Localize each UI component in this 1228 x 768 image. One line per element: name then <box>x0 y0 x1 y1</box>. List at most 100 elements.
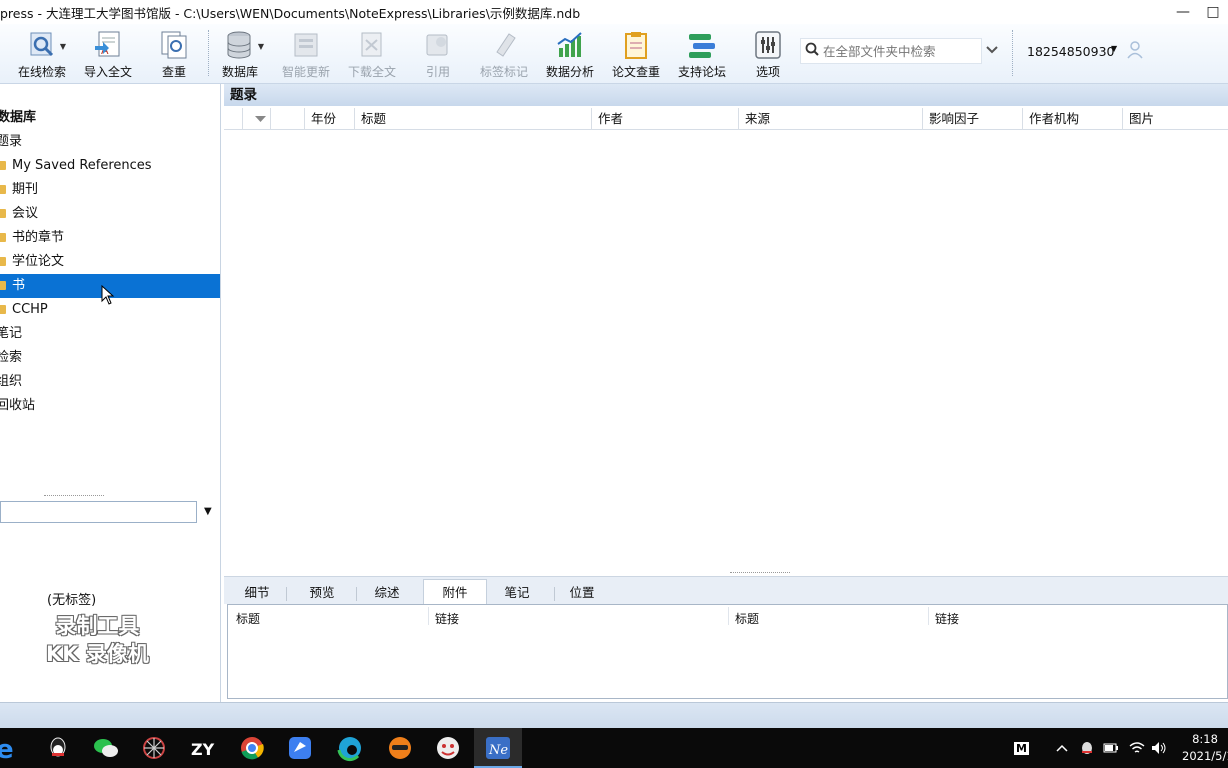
title-bar: press - 大连理工大学图书馆版 - C:\Users\WEN\Docume… <box>0 0 1228 24</box>
tree-item-database[interactable]: 数据库 <box>0 106 220 130</box>
detail-tabs: 细节 预览 综述 附件 笔记 位置 <box>224 576 1228 605</box>
column-year[interactable]: 年份 <box>304 108 354 130</box>
svg-text:Ne: Ne <box>488 743 508 758</box>
battery-icon[interactable] <box>1103 728 1119 768</box>
left-pane: 数据库 题录 My Saved References 期刊 会议 书的章节 学位… <box>0 84 221 702</box>
tag-filter-select[interactable] <box>0 501 197 523</box>
spider-app-icon[interactable] <box>140 734 168 762</box>
tab-attachments[interactable]: 附件 <box>423 579 487 605</box>
toolbar-separator <box>208 30 209 76</box>
tree-item-references[interactable]: 题录 <box>0 130 220 154</box>
user-account[interactable]: 18254850930 <box>1027 44 1114 59</box>
search-dropdown-icon[interactable] <box>986 44 998 58</box>
duplicate-check-button[interactable]: 查重 <box>146 26 202 80</box>
tab-details[interactable]: 细节 <box>232 583 282 605</box>
maximize-button[interactable]: □ <box>1198 4 1228 20</box>
tab-summary[interactable]: 综述 <box>360 583 414 605</box>
attachment-col-link-2[interactable]: 链接 <box>935 610 959 627</box>
column-separator <box>428 607 429 625</box>
column-author[interactable]: 作者 <box>591 108 738 130</box>
column-flag[interactable] <box>270 108 304 130</box>
paper-check-button[interactable]: 论文查重 <box>608 26 664 80</box>
options-button[interactable]: 选项 <box>748 26 788 80</box>
cite-button[interactable]: 引用 <box>418 26 458 80</box>
attachment-col-link[interactable]: 链接 <box>435 610 459 627</box>
tab-preview[interactable]: 预览 <box>294 583 350 605</box>
column-impact-factor[interactable]: 影响因子 <box>922 108 1022 130</box>
tag-filter-dropdown-icon[interactable]: ▼ <box>204 506 212 517</box>
search-icon <box>805 42 819 60</box>
orange-app-icon[interactable] <box>386 734 414 762</box>
tree-item-my-saved-references[interactable]: My Saved References <box>0 154 220 178</box>
tag-mark-button[interactable]: 标签标记 <box>476 26 532 80</box>
column-image[interactable]: 图片 <box>1122 108 1228 130</box>
smart-update-button[interactable]: 智能更新 <box>278 26 334 80</box>
game-app-icon[interactable] <box>434 734 462 762</box>
feishu-app-icon[interactable] <box>286 734 314 762</box>
import-fulltext-button[interactable]: A 导入全文 <box>80 26 136 80</box>
wechat-icon[interactable] <box>92 734 120 762</box>
user-avatar-icon[interactable] <box>1126 40 1144 64</box>
user-dropdown-icon[interactable]: ▼ <box>1111 44 1117 53</box>
search-box[interactable] <box>800 38 982 64</box>
svg-text:ZY: ZY <box>191 740 215 759</box>
data-analysis-icon <box>555 30 585 60</box>
folder-icon <box>0 185 6 194</box>
column-header-row: 年份 标题 作者 来源 影响因子 作者机构 图片 <box>224 108 1228 130</box>
sort-column[interactable] <box>242 108 270 130</box>
list-splitter[interactable] <box>730 572 790 573</box>
tab-location[interactable]: 位置 <box>558 583 606 605</box>
attachment-col-title-2[interactable]: 标题 <box>735 610 759 627</box>
column-title[interactable]: 标题 <box>354 108 591 130</box>
tray-expand-icon[interactable] <box>1056 728 1068 768</box>
edge-legacy-icon[interactable]: e <box>0 734 24 765</box>
tree-item-journals[interactable]: 期刊 <box>0 178 220 202</box>
tree-item-theses[interactable]: 学位论文 <box>0 250 220 274</box>
online-search-button[interactable]: ▼ 在线检索 <box>14 26 70 80</box>
options-icon <box>753 30 783 60</box>
data-analysis-button[interactable]: 数据分析 <box>542 26 598 80</box>
edge-icon[interactable] <box>336 734 364 762</box>
zy-app-icon[interactable]: ZY <box>190 734 218 762</box>
window-controls: — □ <box>1168 0 1228 24</box>
smart-update-icon <box>291 30 321 60</box>
minimize-button[interactable]: — <box>1168 4 1198 20</box>
cite-icon <box>423 30 453 60</box>
forum-icon <box>687 30 717 60</box>
qq-icon[interactable] <box>44 734 72 762</box>
attachment-list[interactable]: 标题 链接 标题 链接 <box>227 604 1228 699</box>
folder-icon <box>0 233 6 242</box>
tray-qq-icon[interactable] <box>1080 728 1094 768</box>
list-header: 题录 <box>224 84 1228 106</box>
window-title: press - 大连理工大学图书馆版 - C:\Users\WEN\Docume… <box>0 5 581 21</box>
column-author-affiliation[interactable]: 作者机构 <box>1022 108 1122 130</box>
chrome-icon[interactable] <box>238 734 266 762</box>
support-forum-button[interactable]: 支持论坛 <box>674 26 730 80</box>
database-icon: ▼ <box>225 30 264 60</box>
download-fulltext-button[interactable]: 下载全文 <box>344 26 400 80</box>
noteexpress-icon[interactable]: Ne <box>484 734 512 762</box>
folder-icon <box>0 257 6 266</box>
attachment-col-title[interactable]: 标题 <box>236 610 260 627</box>
tab-separator <box>286 587 287 601</box>
tab-notes[interactable]: 笔记 <box>490 583 544 605</box>
folder-icon <box>0 281 6 290</box>
reference-list[interactable] <box>224 131 1228 571</box>
search-input[interactable] <box>823 43 973 59</box>
database-button[interactable]: ▼ 数据库 <box>214 26 266 80</box>
toolbar-separator <box>1012 30 1013 76</box>
tree-item-organize[interactable]: 组织 <box>0 370 220 394</box>
tree-item-book-chapters[interactable]: 书的章节 <box>0 226 220 250</box>
mouse-cursor-icon <box>101 285 115 305</box>
column-source[interactable]: 来源 <box>738 108 922 130</box>
tray-m-icon[interactable]: M <box>1014 728 1029 768</box>
tree-item-search[interactable]: 检索 <box>0 346 220 370</box>
wifi-icon[interactable] <box>1129 728 1145 768</box>
taskbar: e ZY Ne M 8:18 2021/5/ <box>0 728 1228 768</box>
pane-splitter[interactable] <box>44 495 104 498</box>
system-clock[interactable]: 8:18 2021/5/1 <box>1182 731 1228 765</box>
volume-icon[interactable] <box>1151 728 1169 768</box>
tree-item-conferences[interactable]: 会议 <box>0 202 220 226</box>
tree-item-recycle-bin[interactable]: 回收站 <box>0 394 220 418</box>
tree-item-notes[interactable]: 笔记 <box>0 322 220 346</box>
